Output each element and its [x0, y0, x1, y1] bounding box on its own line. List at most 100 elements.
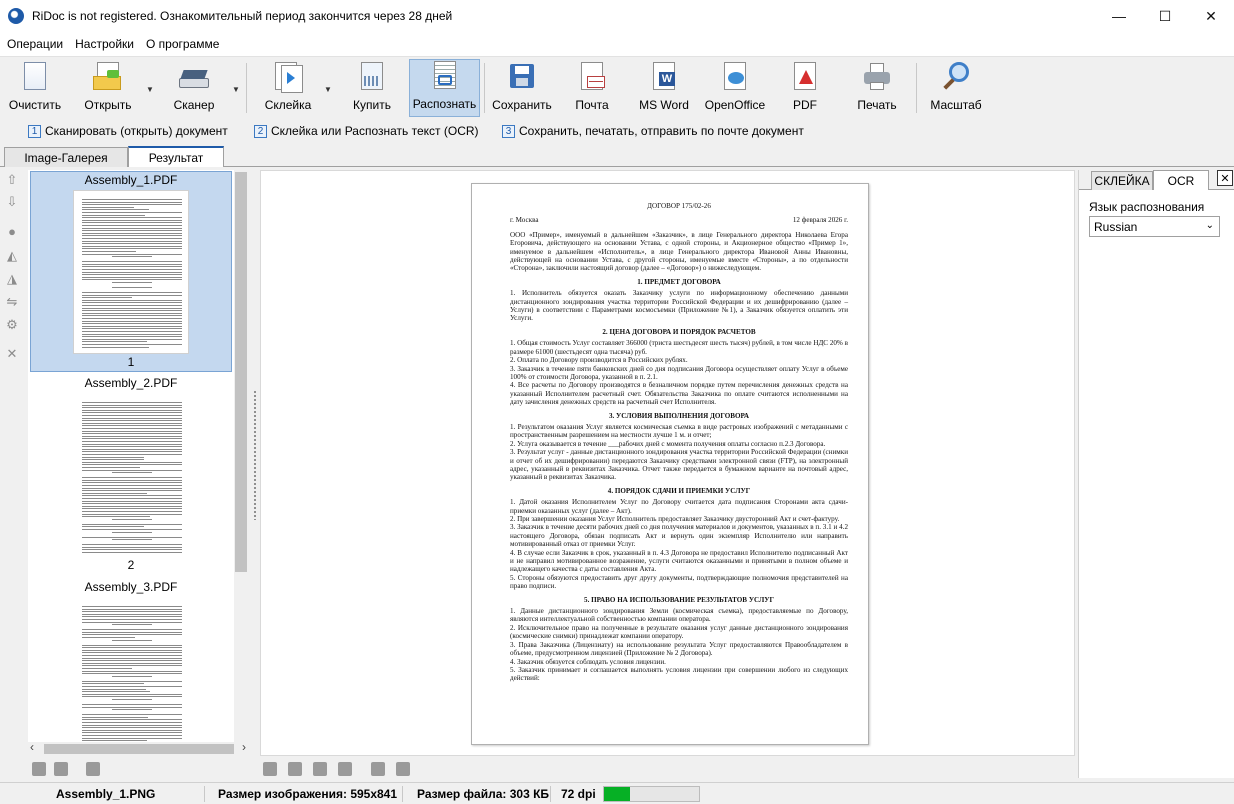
- thumbnail-text-line: [112, 531, 152, 533]
- document-page: ДОГОВОР 175/02-26 г. Москва 12 февраля 2…: [471, 183, 869, 745]
- step-2[interactable]: 2 Склейка или Распознать текст (OCR): [254, 124, 479, 138]
- page-tool-icon[interactable]: [371, 762, 385, 776]
- toolbar-separator: [916, 63, 917, 113]
- section-paragraph: 1. Данные дистанционного зондирования Зе…: [510, 607, 848, 624]
- thumbnail-text-line: [82, 402, 182, 403]
- pdf-button[interactable]: PDF: [782, 59, 828, 117]
- section-heading: 2. ЦЕНА ДОГОВОРА И ПОРЯДОК РАСЧЕТОВ: [602, 327, 756, 336]
- panel-close-icon[interactable]: ✕: [1217, 170, 1233, 186]
- thumbnail-text-line: [82, 266, 182, 268]
- page-tool-icon[interactable]: [288, 762, 302, 776]
- gallery-horizontal-scrollbar[interactable]: ‹ ›: [28, 740, 248, 756]
- thumbnail-text-line: [82, 425, 182, 427]
- document-sections: 1. ПРЕДМЕТ ДОГОВОРА 1. Исполнитель обязуе…: [510, 278, 848, 683]
- cash-register-icon: [357, 62, 387, 94]
- save-button[interactable]: Сохранить: [490, 59, 554, 117]
- menu-operations[interactable]: Операции: [2, 37, 68, 51]
- scrollbar-thumb[interactable]: [44, 744, 234, 754]
- page-tool-icon[interactable]: [263, 762, 277, 776]
- rotate-left-icon[interactable]: ◭: [4, 248, 20, 264]
- tab-glue[interactable]: СКЛЕЙКА: [1091, 171, 1153, 190]
- thumbnail-text-line: [82, 670, 182, 672]
- settings-icon[interactable]: ⚙: [4, 317, 20, 333]
- panel-splitter[interactable]: [253, 390, 257, 520]
- step-3[interactable]: 3 Сохранить, печатать, отправить по почт…: [502, 124, 804, 138]
- window-controls: — ☐ ✕: [1096, 0, 1234, 32]
- thumbnail-text-line: [82, 433, 182, 435]
- msword-button[interactable]: W MS Word: [633, 59, 695, 117]
- scroll-right-icon[interactable]: ›: [242, 740, 246, 754]
- open-button[interactable]: Открыть: [80, 59, 136, 117]
- step-1[interactable]: 1 Сканировать (открыть) документ: [28, 124, 228, 138]
- move-up-icon[interactable]: ⇧: [4, 172, 20, 188]
- gallery-item-title: Assembly_3.PDF: [84, 580, 178, 594]
- blank-document-icon: [20, 62, 50, 94]
- gallery-item[interactable]: Assembly_1.PDF 1: [30, 171, 232, 372]
- menu-about[interactable]: О программе: [141, 37, 224, 51]
- gallery-item[interactable]: Assembly_2.PDF 2: [30, 375, 232, 576]
- thumbnail-text-line: [82, 238, 182, 239]
- thumbnail-text-line: [82, 461, 182, 463]
- view-mode-icon[interactable]: [54, 762, 68, 776]
- clear-button[interactable]: Очистить: [4, 59, 66, 117]
- thumbnail-text-line: [82, 722, 182, 723]
- print-button[interactable]: Печать: [850, 59, 904, 117]
- thumbnail-text-line: [82, 706, 182, 708]
- scanner-dropdown-icon[interactable]: ▼: [232, 85, 240, 94]
- thumbnail-text-line: [82, 428, 182, 429]
- thumbnail-text-line: [82, 245, 182, 247]
- thumbnail-text-line: [82, 505, 182, 507]
- flip-icon[interactable]: ⇋: [4, 294, 20, 310]
- thumbnail-text-line: [82, 230, 182, 232]
- delete-icon[interactable]: ✕: [4, 346, 20, 362]
- glue-dropdown-icon[interactable]: ▼: [324, 85, 332, 94]
- language-select[interactable]: Russian ⌄: [1089, 216, 1220, 237]
- thumbnail-text-line: [82, 495, 182, 497]
- thumbnail-text-line: [82, 305, 182, 306]
- menu-settings[interactable]: Настройки: [70, 37, 139, 51]
- section-paragraph: 1. Результатом оказания Услуг является к…: [510, 422, 848, 440]
- view-mode-icon[interactable]: [86, 762, 100, 776]
- tab-result[interactable]: Результат: [128, 146, 224, 167]
- page-tool-icon[interactable]: [338, 762, 352, 776]
- thumbnail-text-line: [82, 325, 182, 327]
- page-tool-icon[interactable]: [396, 762, 410, 776]
- thumbnail-text-line: [82, 456, 144, 458]
- move-down-icon[interactable]: ⇩: [4, 194, 20, 210]
- tab-image-gallery[interactable]: Image-Галерея: [4, 147, 128, 167]
- glue-button[interactable]: Склейка: [258, 59, 318, 117]
- zoom-button[interactable]: Масштаб: [926, 59, 986, 117]
- section-paragraph: 3. Заказчик в течение пяти банковских дн…: [510, 364, 848, 381]
- scrollbar-thumb[interactable]: [235, 172, 247, 572]
- gallery-item[interactable]: Assembly_3.PDF: [30, 579, 232, 742]
- maximize-button[interactable]: ☐: [1142, 0, 1188, 32]
- buy-button[interactable]: Купить: [344, 59, 400, 117]
- thumbnail-text-line: [82, 683, 145, 685]
- thumbnail-text-line: [82, 227, 182, 229]
- document-viewer[interactable]: ДОГОВОР 175/02-26 г. Москва 12 февраля 2…: [260, 170, 1075, 756]
- openoffice-button[interactable]: OpenOffice: [702, 59, 768, 117]
- page-thumbnail: [73, 393, 189, 557]
- thumbnail-text-line: [82, 318, 182, 319]
- view-mode-icon[interactable]: [32, 762, 46, 776]
- tab-ocr[interactable]: OCR: [1153, 170, 1209, 190]
- thumbnail-text-line: [82, 251, 137, 252]
- gallery-vertical-scrollbar[interactable]: [234, 170, 248, 742]
- mail-button[interactable]: Почта: [566, 59, 618, 117]
- page-tool-icon[interactable]: [313, 762, 327, 776]
- minimize-button[interactable]: —: [1096, 0, 1142, 32]
- window-title: RiDoc is not registered. Ознакомительный…: [32, 9, 453, 23]
- toolbar-separator: [246, 63, 247, 113]
- open-dropdown-icon[interactable]: ▼: [146, 85, 154, 94]
- thumbnail-text-line: [82, 629, 182, 631]
- thumbnail-text-line: [82, 276, 182, 278]
- gallery-tools: ⇧ ⇩ ● ◭ ◮ ⇋ ⚙ ✕: [0, 170, 24, 760]
- ridoc-app-icon[interactable]: [8, 8, 24, 24]
- scanner-button[interactable]: Сканер: [166, 59, 222, 117]
- close-button[interactable]: ✕: [1188, 0, 1234, 32]
- select-circle-icon[interactable]: ●: [4, 224, 20, 240]
- rotate-right-icon[interactable]: ◮: [4, 271, 20, 287]
- scroll-left-icon[interactable]: ‹: [30, 740, 34, 754]
- recognize-button[interactable]: Распознать: [409, 59, 480, 117]
- thumbnail-text-line: [82, 336, 182, 338]
